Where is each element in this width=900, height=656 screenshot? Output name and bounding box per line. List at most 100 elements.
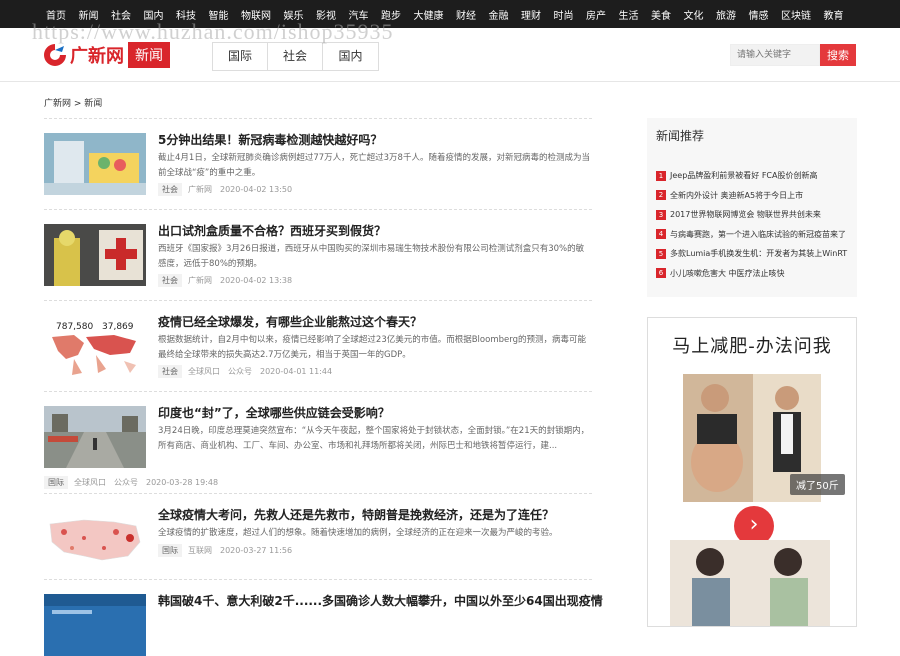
top-nav-list: 首页 新闻 社会 国内 科技 智能 物联网 娱乐 影视 汽车 跑步 大健康 财经 金融 理财 时尚 房产 生活 美食… [46,0,856,28]
news-list: 5分钟出结果！新冠病毒检测越快越好吗？ 截止4月1日，全球新冠肺炎确诊病例超过7… [44,118,603,656]
nav-item[interactable]: 金融 [489,7,509,22]
nav-item[interactable]: 娱乐 [284,7,304,22]
news-source: 广新网 [188,185,212,194]
news-item: 出口试剂盒质量不合格？西班牙买到假货？ 西班牙《国家报》3月26日报道，西班牙从… [44,209,592,300]
recommend-item-title: 小儿咳嗽危害大 中医疗法止咳快 [670,268,785,278]
nav-item[interactable]: 国内 [144,7,164,22]
news-time: 2020-04-02 13:38 [220,276,293,285]
nav-item[interactable]: 大健康 [414,7,444,22]
rank-badge: 6 [656,268,666,279]
nav-item[interactable]: 文化 [684,7,704,22]
news-time: 2020-03-28 19:48 [146,478,219,487]
news-thumbnail[interactable] [44,508,146,570]
recommend-item[interactable]: 6 小儿咳嗽危害大 中医疗法止咳快 [656,264,848,284]
recommend-list: 1 Jeep品牌盈利前景被看好 FCA股价创新高 2 全新内外设计 奥迪新A5将于今日… [656,166,848,283]
news-thumbnail[interactable] [44,133,146,195]
news-title[interactable]: 韩国破4千、意大利破2千......多国确诊人数大幅攀升，中国以外至少64国出现… [158,592,603,609]
recommend-item[interactable]: 2 全新内外设计 奥迪新A5将于今日上市 [656,186,848,206]
news-summary: 根据数据统计，自2月中旬以来，疫情已经影响了全球超过23亿美元的市值。而根据Bl… [158,335,586,360]
news-tag[interactable]: 社会 [158,183,182,196]
news-source: 广新网 [188,276,212,285]
ad-title: 马上减肥-办法问我 [672,336,832,357]
news-thumbnail[interactable] [44,406,146,468]
tab-international[interactable]: 国际 [213,43,268,70]
site-header: 广新网 新闻 国际 社会 国内 搜索 [0,28,900,82]
rank-badge: 3 [656,209,666,220]
tab-domestic[interactable]: 国内 [323,43,378,70]
nav-item[interactable]: 时尚 [554,7,574,22]
site-logo[interactable]: 广新网 新闻 [42,42,170,68]
nav-item[interactable]: 科技 [176,7,196,22]
news-tag[interactable]: 社会 [158,274,182,287]
section-tabs: 国际 社会 国内 [212,42,379,71]
rank-badge: 1 [656,170,666,181]
news-time: 2020-04-02 13:50 [220,185,293,194]
nav-item[interactable]: 社会 [111,7,131,22]
nav-item[interactable]: 房产 [586,7,606,22]
nav-item[interactable]: 首页 [46,7,66,22]
news-meta: 社会 全球风口 公众号 2020-04-01 11:44 [158,365,340,378]
news-source-type: 公众号 [114,478,138,487]
news-item: 全球疫情大考问，先救人还是先救市，特朗普是挽救经济，还是为了连任？ 全球疫情的扩… [44,493,592,579]
nav-item[interactable]: 影视 [316,7,336,22]
recommend-item[interactable]: 1 Jeep品牌盈利前景被看好 FCA股价创新高 [656,166,848,186]
tab-society[interactable]: 社会 [268,43,323,70]
news-tag[interactable]: 国际 [158,544,182,557]
thumb-number-cases: 787,580 [56,322,93,332]
rank-badge: 2 [656,190,666,201]
nav-item[interactable]: 情感 [749,7,769,22]
search-bar: 搜索 [730,44,856,66]
search-button[interactable]: 搜索 [820,44,856,66]
news-source-type: 公众号 [228,367,252,376]
news-item: 787,580 37,869 疫情已经全球爆发，有哪些企业能熬过这个春天？ 根据… [44,300,592,391]
nav-item[interactable]: 财经 [456,7,476,22]
recommend-item[interactable]: 3 2017世界物联网博览会 物联世界共创未来 [656,205,848,225]
nav-item[interactable]: 跑步 [381,7,401,22]
sidebar: 新闻推荐 1 Jeep品牌盈利前景被看好 FCA股价创新高 2 全新内外设计 奥迪新A… [647,118,857,627]
recommend-item[interactable]: 4 与病毒赛跑，第一个进入临床试验的新冠疫苗来了 [656,225,848,245]
thumb-number-deaths: 37,869 [102,322,134,332]
recommend-item[interactable]: 5 多款Lumia手机换发生机：开发者为其装上WinRT [656,244,848,264]
news-thumbnail[interactable] [44,224,146,286]
news-item: 5分钟出结果！新冠病毒检测越快越好吗？ 截止4月1日，全球新冠肺炎确诊病例超过7… [44,118,592,209]
advertisement[interactable]: 马上减肥-办法问我 减了50斤 › [647,317,857,627]
nav-item[interactable]: 汽车 [349,7,369,22]
nav-item[interactable]: 物联网 [241,7,271,22]
news-time: 2020-03-27 11:56 [220,546,293,555]
logo-mark-icon [42,42,68,68]
news-tag[interactable]: 国际 [44,476,68,489]
news-source: 全球风口 [188,367,220,376]
news-thumbnail[interactable]: 787,580 37,869 [44,315,146,377]
news-meta: 社会 广新网 2020-04-02 13:50 [158,183,300,196]
news-item: 印度也“封”了，全球哪些供应链会受影响？ 3月24日晚，印度总理莫迪突然宣布：“… [44,391,592,493]
top-nav-bar: 首页 新闻 社会 国内 科技 智能 物联网 娱乐 影视 汽车 跑步 大健康 财经 金融 理财 时尚 房产 生活 美食… [0,0,900,28]
news-meta: 国际 互联网 2020-03-27 11:56 [158,544,300,557]
nav-item[interactable]: 生活 [619,7,639,22]
nav-item[interactable]: 理财 [521,7,541,22]
news-title[interactable]: 出口试剂盒质量不合格？西班牙买到假货？ [158,222,386,239]
news-thumbnail[interactable] [44,594,146,656]
search-input[interactable] [730,44,820,66]
recommend-item-title: 全新内外设计 奥迪新A5将于今日上市 [670,190,804,200]
news-summary: 西班牙《国家报》3月26日报道，西班牙从中国购买的深圳市易瑞生物技术股份有限公司… [158,244,585,269]
nav-item[interactable]: 智能 [209,7,229,22]
news-item: 韩国破4千、意大利破2千......多国确诊人数大幅攀升，中国以外至少64国出现… [44,579,603,656]
news-title[interactable]: 印度也“封”了，全球哪些供应链会受影响？ [158,404,390,421]
news-summary: 截止4月1日，全球新冠肺炎确诊病例超过77万人，死亡超过3万8千人。随着疫情的发… [158,153,590,178]
news-summary: 全球疫情的扩散速度，超过人们的想象。随着快速增加的病例，全球经济的正在迎来一次最… [158,528,558,538]
news-meta: 国际 全球风口 公众号 2020-03-28 19:48 [44,476,226,489]
logo-section-label: 新闻 [128,42,170,68]
news-title[interactable]: 疫情已经全球爆发，有哪些企业能熬过这个春天？ [158,313,422,330]
news-title[interactable]: 5分钟出结果！新冠病毒检测越快越好吗？ [158,131,382,148]
nav-item[interactable]: 教育 [824,7,844,22]
news-title[interactable]: 全球疫情大考问，先救人还是先救市，特朗普是挽救经济，还是为了连任？ [158,506,554,523]
news-summary: 3月24日晚，印度总理莫迪突然宣布：“从今天午夜起，整个国家将处于封锁状态，全面… [158,426,590,451]
nav-item[interactable]: 新闻 [79,7,99,22]
nav-item[interactable]: 旅游 [716,7,736,22]
news-tag[interactable]: 社会 [158,365,182,378]
nav-item[interactable]: 美食 [651,7,671,22]
nav-item[interactable]: 区块链 [781,7,811,22]
ad-badge: 减了50斤 [790,474,845,495]
rank-badge: 5 [656,248,666,259]
news-source: 全球风口 [74,478,106,487]
